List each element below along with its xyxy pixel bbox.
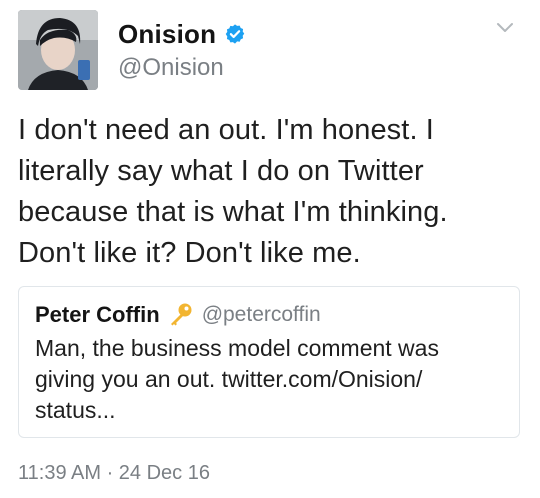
tweet-text: I don't need an out. I'm honest. I liter…: [18, 110, 518, 274]
quoted-author-name: Peter Coffin: [35, 302, 160, 327]
author-display-name[interactable]: Onision: [118, 19, 216, 50]
tweet-text-line: Don't like it? Don't like me.: [18, 237, 361, 269]
quoted-text-line: status...: [35, 397, 116, 423]
tweet-text-line: literally say what I do on Twitter: [18, 155, 424, 187]
quoted-tweet-text: Man, the business model comment was givi…: [35, 333, 505, 426]
quoted-author-handle: @petercoffin: [201, 303, 321, 326]
tweet-timestamp[interactable]: 11:39 AM · 24 Dec 16: [18, 462, 210, 485]
tweet-header: Onision @Onision: [18, 10, 522, 90]
author-block: Onision @Onision: [118, 16, 246, 82]
quoted-tweet-card[interactable]: Peter Coffin @petercoffin Man, the busin…: [18, 286, 520, 438]
quoted-text-line: giving you an out. twitter.com/Onision/: [35, 366, 423, 392]
author-handle[interactable]: @Onision: [118, 54, 246, 82]
key-emoji-icon: [166, 301, 194, 329]
tweet-text-line: I don't need an out. I'm honest. I: [18, 114, 434, 146]
chevron-down-icon[interactable]: [494, 16, 516, 38]
tweet-text-line: because that is what I'm thinking.: [18, 196, 448, 228]
quoted-tweet-header: Peter Coffin @petercoffin: [35, 301, 321, 329]
avatar-photo: [18, 10, 98, 90]
avatar[interactable]: [18, 10, 98, 90]
quoted-text-line: Man, the business model comment was: [35, 335, 439, 361]
verified-badge-icon: [224, 23, 246, 45]
name-row: Onision: [118, 16, 246, 52]
